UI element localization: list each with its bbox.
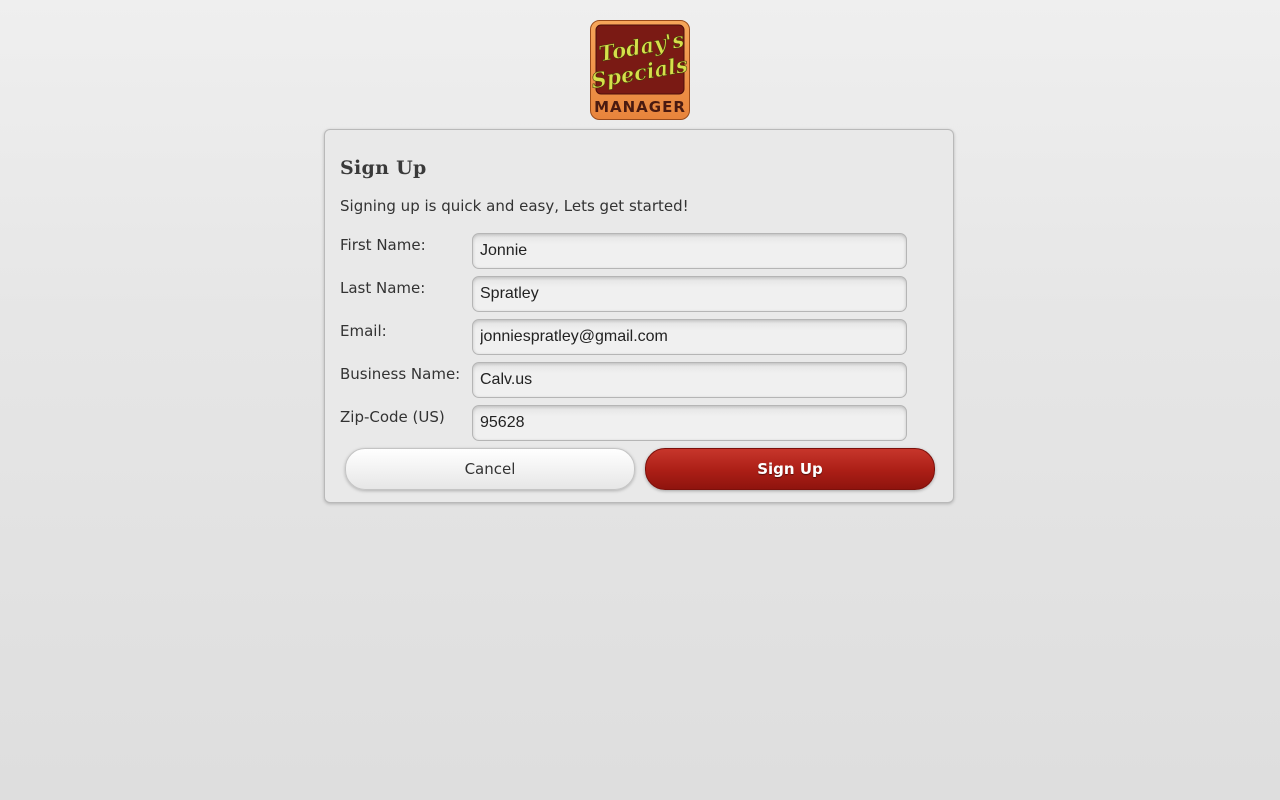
business-name-input[interactable] [472, 362, 907, 398]
cancel-button-label: Cancel [464, 460, 516, 478]
signup-subtitle: Signing up is quick and easy, Lets get s… [340, 197, 689, 215]
email-input[interactable] [472, 319, 907, 355]
business-name-row: Business Name: [340, 362, 910, 400]
signup-title: Sign Up [340, 157, 427, 179]
first-name-row: First Name: [340, 233, 910, 271]
cancel-button[interactable]: Cancel [345, 448, 635, 490]
app-logo: Today's Specials MANAGER [590, 20, 690, 120]
zip-code-label: Zip-Code (US) [340, 408, 445, 426]
signup-card: Sign Up Signing up is quick and easy, Le… [324, 129, 954, 503]
business-name-label: Business Name: [340, 365, 461, 383]
sign-up-button-label: Sign Up [757, 460, 823, 478]
sign-up-button[interactable]: Sign Up [645, 448, 935, 490]
last-name-label: Last Name: [340, 279, 426, 297]
logo-line3: MANAGER [594, 98, 686, 116]
zip-code-row: Zip-Code (US) [340, 405, 910, 443]
email-label: Email: [340, 322, 387, 340]
zip-code-input[interactable] [472, 405, 907, 441]
todays-specials-logo-icon: Today's Specials MANAGER [590, 20, 690, 120]
first-name-label: First Name: [340, 236, 426, 254]
last-name-row: Last Name: [340, 276, 910, 314]
last-name-input[interactable] [472, 276, 907, 312]
first-name-input[interactable] [472, 233, 907, 269]
email-row: Email: [340, 319, 910, 357]
